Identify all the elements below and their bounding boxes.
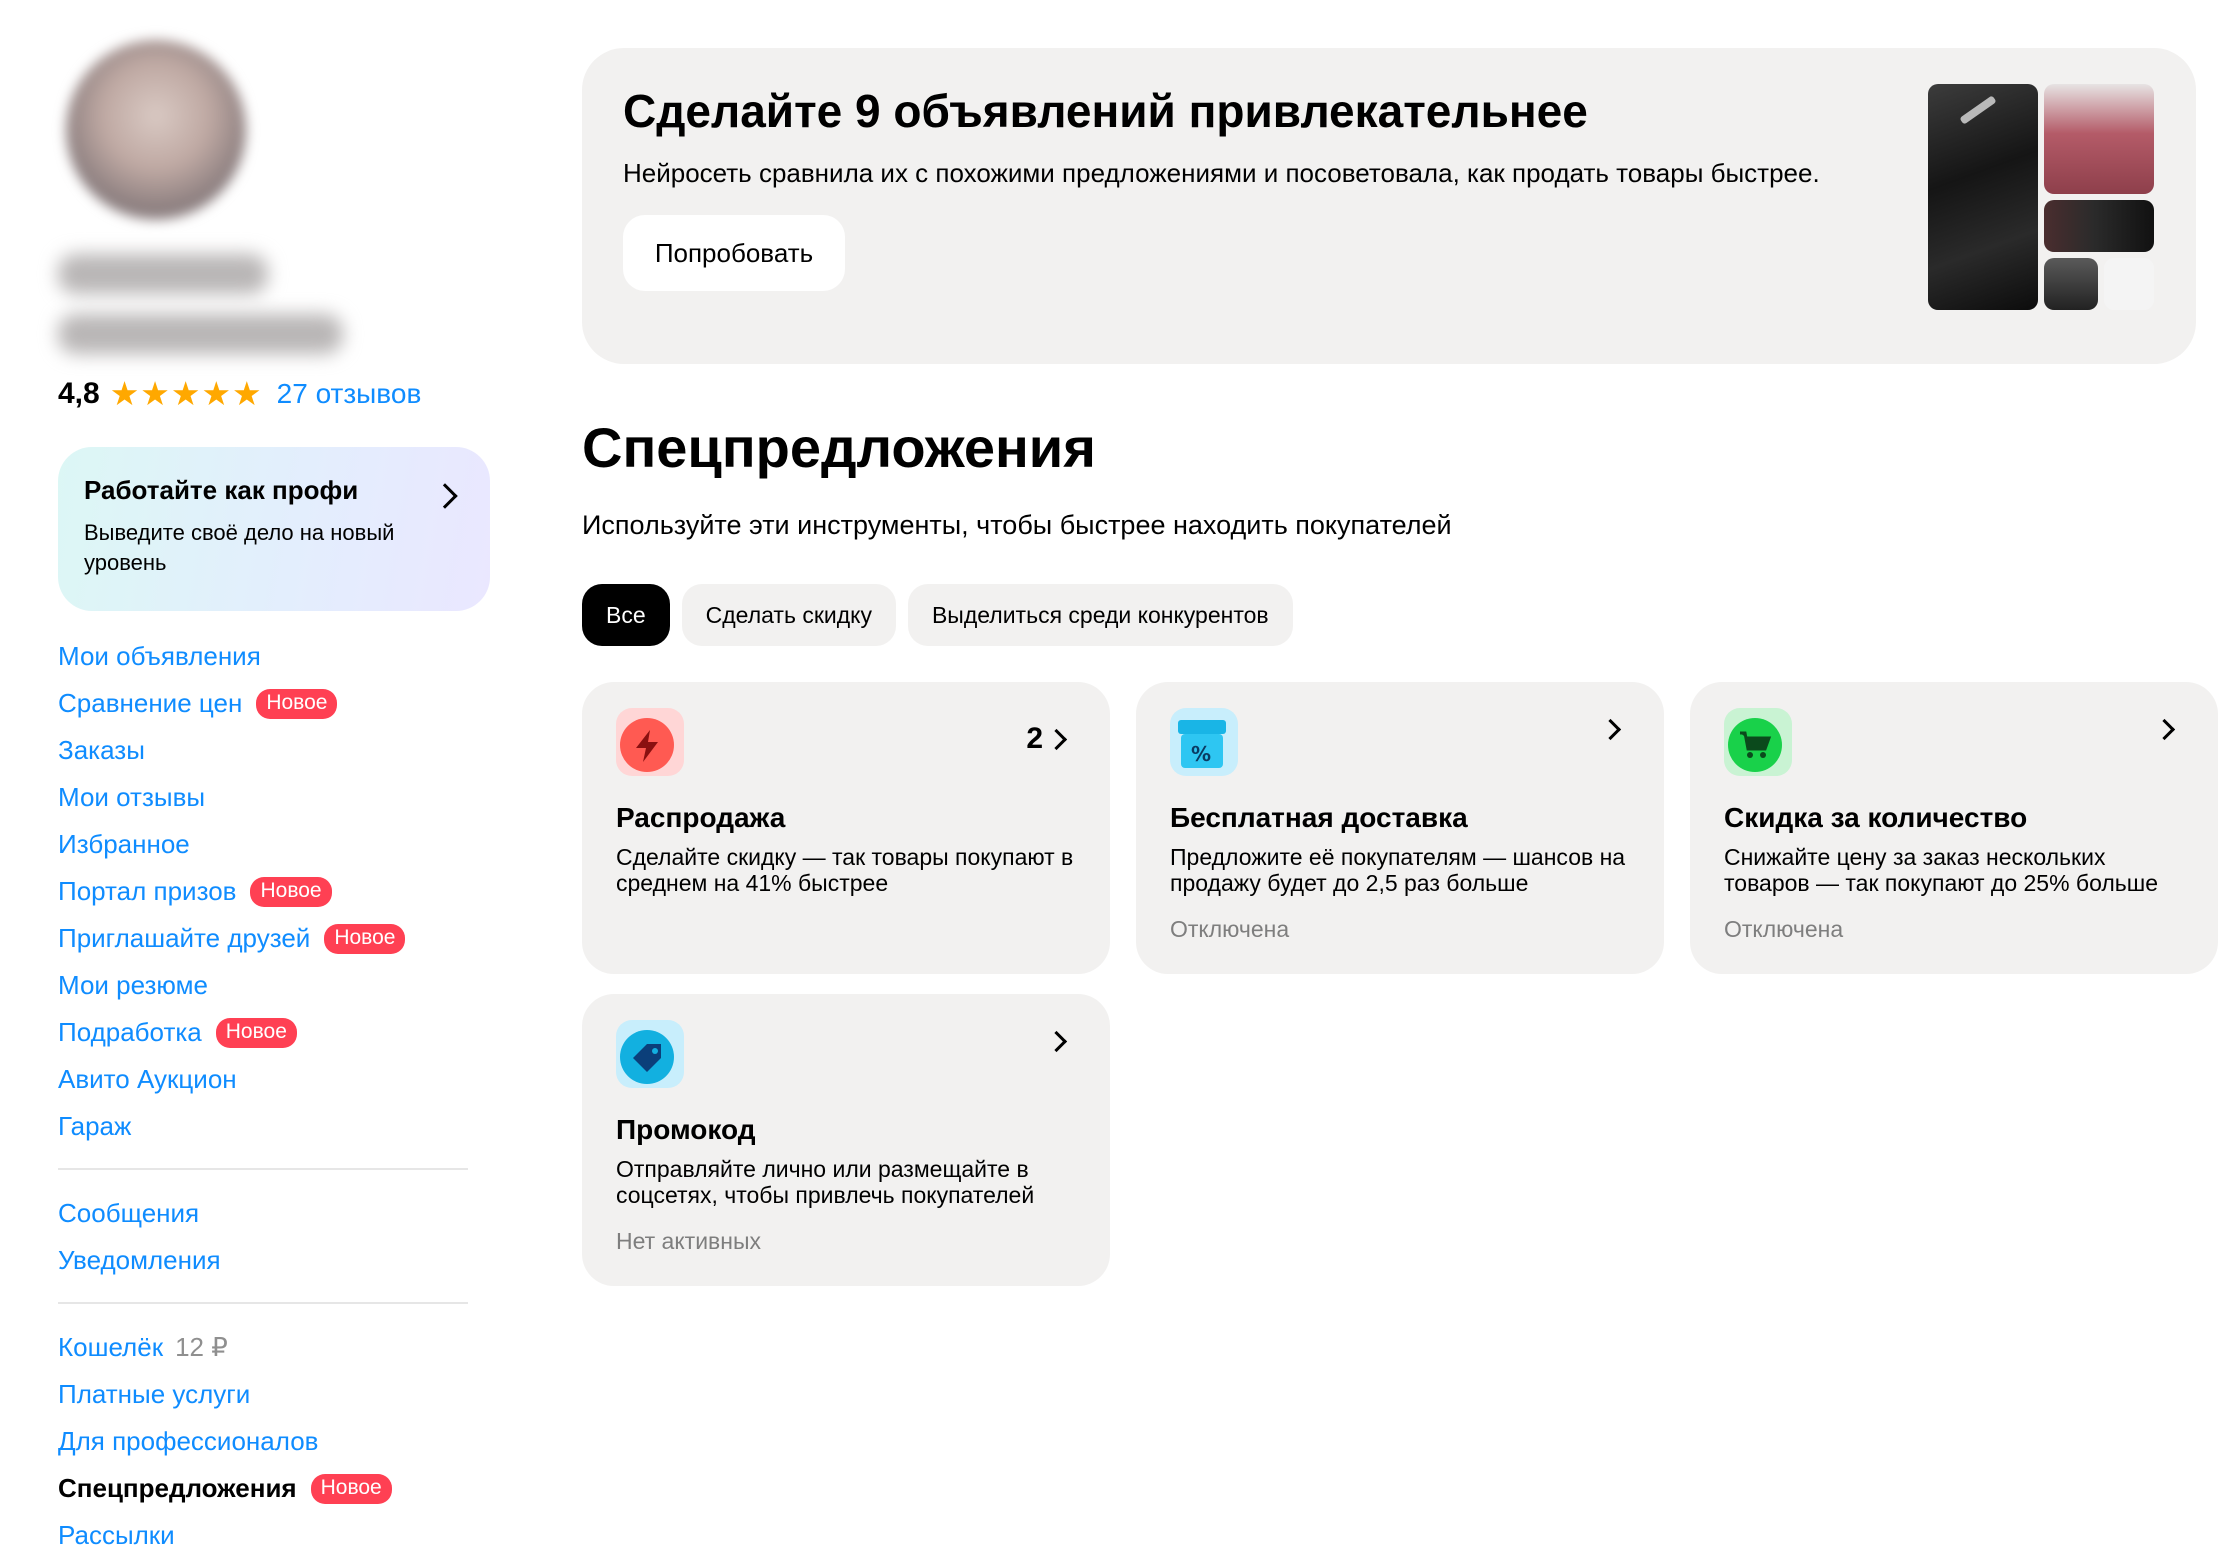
sidebar-item-mailings[interactable]: Рассылки [58, 1512, 498, 1559]
sidebar-item-auction[interactable]: Авито Аукцион [58, 1056, 498, 1103]
sidebar-item-my-resumes[interactable]: Мои резюме [58, 962, 498, 1009]
sidebar-item-label: Платные услуги [58, 1379, 251, 1409]
offer-card-quantity-discount[interactable]: Скидка за количество Снижайте цену за за… [1690, 682, 2218, 974]
sidebar-item-label: Рассылки [58, 1520, 175, 1550]
rating-value: 4,8 [58, 376, 100, 410]
chevron-right-icon [2153, 718, 2176, 741]
sidebar-item-label: Мои резюме [58, 970, 208, 1000]
sidebar-item-label: Заказы [58, 735, 145, 765]
sidebar-nav: Мои объявления Сравнение цен Новое Заказы… [58, 633, 498, 1559]
sidebar-item-messages[interactable]: Сообщения [58, 1190, 498, 1237]
card-text: Сделайте скидку — так товары покупают в … [616, 844, 1074, 896]
sidebar-item-label: Авито Аукцион [58, 1064, 237, 1094]
card-count: 2 [1026, 722, 1070, 756]
rating-row: 4,8 ★★★★★ 27 отзывов [58, 374, 498, 413]
reviews-link[interactable]: 27 отзывов [277, 378, 422, 410]
pro-promo-card[interactable]: Работайте как профи Выведите своё дело н… [58, 447, 490, 611]
page-subtitle: Используйте эти инструменты, чтобы быстр… [582, 510, 1452, 540]
sidebar-item-label: Сообщения [58, 1198, 200, 1228]
card-title: Промокод [616, 1114, 756, 1145]
sidebar-item-price-compare[interactable]: Сравнение цен Новое [58, 680, 498, 727]
sidebar-item-label: Сравнение цен [58, 688, 243, 718]
divider [58, 1168, 468, 1170]
pro-card-title: Работайте как профи [84, 475, 359, 505]
sidebar-item-orders[interactable]: Заказы [58, 727, 498, 774]
card-text: Снижайте цену за заказ нескольких товаро… [1724, 844, 2159, 896]
ad-thumbnail [2104, 258, 2154, 310]
sidebar-item-my-ads[interactable]: Мои объявления [58, 633, 498, 680]
new-badge: Новое [324, 923, 406, 954]
sidebar-item-label: Мои отзывы [58, 782, 206, 812]
card-text: Отправляйте лично или размещайте в соцсе… [616, 1156, 1035, 1208]
wallet-balance: 12 ₽ [175, 1332, 228, 1362]
card-status: Отключена [1724, 916, 1844, 942]
delivery-box-icon: % [1170, 708, 1238, 776]
card-title: Скидка за количество [1724, 802, 2028, 833]
sidebar-item-side-jobs[interactable]: Подработка Новое [58, 1009, 498, 1056]
card-status: Нет активных [616, 1228, 762, 1254]
svg-text:%: % [1191, 742, 1211, 766]
chip-make-discount[interactable]: Сделать скидку [681, 584, 896, 646]
offer-card-sale[interactable]: 2 Распродажа Сделайте скидку — так товар… [582, 682, 1110, 974]
ad-thumbnail [2044, 84, 2154, 194]
sidebar-item-label: Кошелёк [58, 1332, 164, 1362]
offer-card-promo-code[interactable]: Промокод Отправляйте лично или размещайт… [582, 994, 1110, 1286]
offer-card-free-delivery[interactable]: % Бесплатная доставка Предложите её поку… [1136, 682, 1664, 974]
banner-text: Нейросеть сравнила их с похожими предлож… [623, 158, 1820, 188]
sidebar-item-prize-portal[interactable]: Портал призов Новое [58, 868, 498, 915]
cart-icon [1724, 708, 1792, 776]
new-badge: Новое [215, 1017, 297, 1048]
sidebar: 4,8 ★★★★★ 27 отзывов Работайте как профи… [58, 40, 498, 1559]
banner-title: Сделайте 9 объявлений привлекательнее [623, 85, 1588, 137]
sidebar-item-special-offers[interactable]: Спецпредложения Новое [58, 1465, 498, 1512]
page-title: Спецпредложения [582, 416, 1096, 479]
ad-thumbnail [1928, 84, 2038, 310]
chip-all[interactable]: Все [582, 584, 670, 646]
sidebar-item-paid-services[interactable]: Платные услуги [58, 1371, 498, 1418]
sidebar-item-favorites[interactable]: Избранное [58, 821, 498, 868]
sidebar-item-label: Портал призов [58, 876, 237, 906]
lightning-icon [616, 708, 684, 776]
card-text: Предложите её покупателям — шансов на пр… [1170, 844, 1626, 896]
chevron-right-icon [1599, 718, 1622, 741]
sidebar-item-label: Спецпредложения [58, 1473, 297, 1503]
user-name-blurred[interactable] [58, 254, 498, 354]
ad-thumbnail [2044, 258, 2098, 310]
sidebar-item-label: Для профессионалов [58, 1426, 319, 1456]
sidebar-item-label: Подработка [58, 1017, 202, 1047]
sidebar-item-my-reviews[interactable]: Мои отзывы [58, 774, 498, 821]
sidebar-item-label: Мои объявления [58, 641, 261, 671]
card-title: Бесплатная доставка [1170, 802, 1468, 833]
sidebar-item-for-pros[interactable]: Для профессионалов [58, 1418, 498, 1465]
chevron-right-icon [1045, 1030, 1068, 1053]
pro-card-subtitle: Выведите своё дело на новый уровень [84, 520, 395, 575]
card-arrow [2153, 718, 2178, 741]
sidebar-item-notifications[interactable]: Уведомления [58, 1237, 498, 1284]
card-title: Распродажа [616, 802, 786, 833]
avatar[interactable] [66, 40, 246, 220]
sidebar-item-label: Уведомления [58, 1245, 221, 1275]
new-badge: Новое [310, 1473, 392, 1504]
chip-stand-out[interactable]: Выделиться среди конкурентов [907, 584, 1293, 646]
star-icons: ★★★★★ [109, 375, 263, 412]
card-status: Отключена [1170, 916, 1290, 942]
sidebar-item-label: Гараж [58, 1111, 132, 1141]
sidebar-item-invite-friends[interactable]: Приглашайте друзей Новое [58, 915, 498, 962]
sidebar-item-label: Избранное [58, 829, 190, 859]
filter-chips: Все Сделать скидку Выделиться среди конк… [582, 584, 1293, 646]
card-arrow [1599, 718, 1624, 741]
ad-thumbnail [2044, 200, 2154, 252]
sidebar-item-wallet[interactable]: Кошелёк 12 ₽ [58, 1324, 498, 1371]
sidebar-item-label: Приглашайте друзей [58, 923, 311, 953]
new-badge: Новое [256, 688, 338, 719]
divider [58, 1302, 468, 1304]
try-button[interactable]: Попробовать [623, 215, 845, 291]
new-badge: Новое [250, 876, 332, 907]
chevron-right-icon [1045, 728, 1068, 750]
sidebar-item-garage[interactable]: Гараж [58, 1103, 498, 1150]
ai-promo-banner: Сделайте 9 объявлений привлекательнее Не… [582, 48, 2196, 364]
tag-icon [616, 1020, 684, 1088]
card-arrow [1045, 1030, 1070, 1053]
